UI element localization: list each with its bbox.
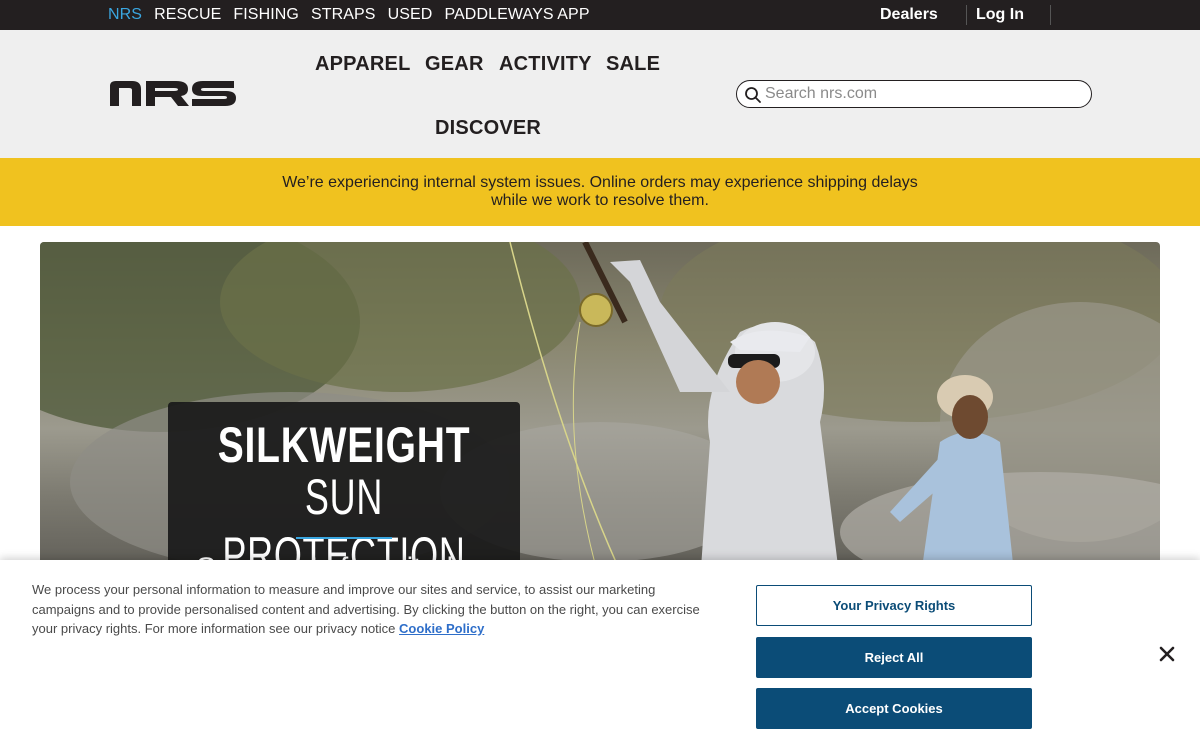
divider [1050,5,1051,25]
search-icon[interactable] [744,86,762,104]
login-link[interactable]: Log In [966,5,1024,25]
cookie-consent-banner: We process your personal information to … [0,560,1200,750]
nav-discover[interactable]: DISCOVER [435,117,541,140]
brand-link-nrs[interactable]: NRS [108,6,142,24]
nav-activity[interactable]: ACTIVITY [499,53,592,76]
accept-cookies-button[interactable]: Accept Cookies [756,688,1032,729]
search-box[interactable] [736,80,1092,108]
reject-all-button[interactable]: Reject All [756,637,1032,678]
site-header: APPAREL GEAR ACTIVITY SALE DISCOVER [0,30,1200,158]
brand-link-straps[interactable]: STRAPS [311,6,376,24]
brand-link-rescue[interactable]: RESCUE [154,6,221,24]
top-utility-bar: NRS RESCUE FISHING STRAPS USED PADDLEWAY… [0,0,1200,30]
cookie-policy-link[interactable]: Cookie Policy [399,621,484,636]
promo-divider [296,537,392,539]
privacy-rights-button[interactable]: Your Privacy Rights [756,585,1032,626]
brand-link-paddleways-app[interactable]: PADDLEWAYS APP [444,6,589,24]
promo-headline: SILKWEIGHT [217,417,471,473]
nav-sale[interactable]: SALE [606,53,660,76]
close-icon[interactable] [1157,644,1177,664]
system-alert-banner: We’re experiencing internal system issue… [0,158,1200,226]
dealers-link[interactable]: Dealers [880,0,938,30]
brand-links: NRS RESCUE FISHING STRAPS USED PADDLEWAY… [108,0,602,30]
alert-line-2: while we work to resolve them. [491,192,709,209]
brand-link-fishing[interactable]: FISHING [233,6,299,24]
nrs-logo[interactable] [108,78,238,108]
alert-message: We’re experiencing internal system issue… [0,174,1200,210]
nav-apparel[interactable]: APPAREL [315,53,410,76]
cookie-message: We process your personal information to … [32,582,700,636]
cookie-text: We process your personal information to … [32,580,712,639]
hero-banner[interactable]: SILKWEIGHT SUN PROTECTION Summer’s favor… [40,242,1160,582]
nav-gear[interactable]: GEAR [425,53,484,76]
alert-line-1: We’re experiencing internal system issue… [282,174,918,191]
search-input[interactable] [765,83,1085,105]
brand-link-used[interactable]: USED [388,6,433,24]
promo-box: SILKWEIGHT SUN PROTECTION Summer’s favor… [168,402,520,582]
